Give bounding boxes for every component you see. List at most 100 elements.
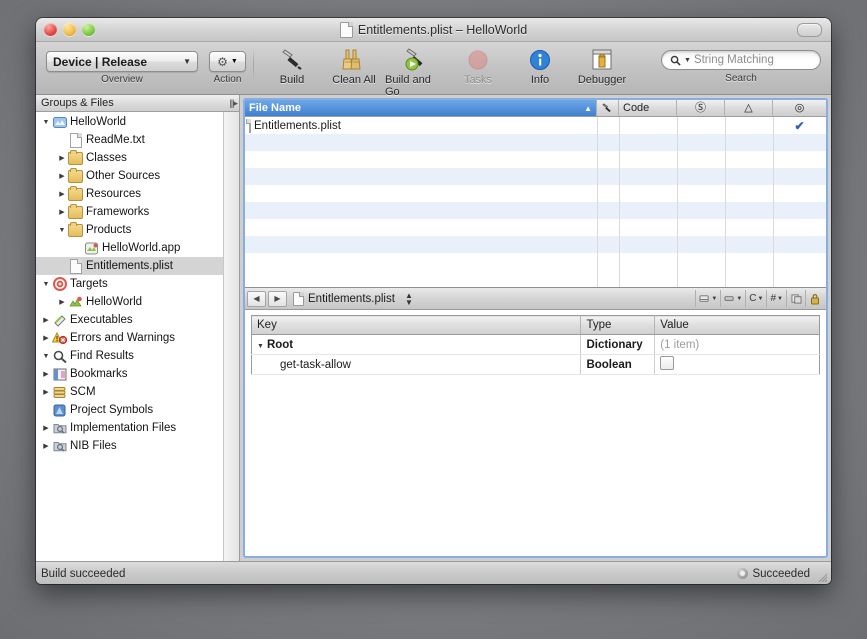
back-arrow-icon[interactable]: ◀ <box>247 290 266 307</box>
plist-row[interactable]: ▼ Root Dictionary (1 item) <box>251 334 820 355</box>
plist-type-cell[interactable]: Boolean <box>580 354 656 375</box>
sidebar-item-errors-and-warnings[interactable]: ▶ Errors and Warnings <box>36 329 223 347</box>
column-header-warnings[interactable]: △ <box>725 100 773 116</box>
overview-popup[interactable]: Device | Release ▼ <box>46 51 198 72</box>
forward-arrow-icon[interactable]: ▶ <box>268 290 287 307</box>
folder-icon <box>68 221 83 237</box>
editor-file-indicator[interactable]: Entitlements.plist ▲ ▼ <box>293 291 413 306</box>
plist-key-cell[interactable]: ▼ Root <box>251 334 582 355</box>
disclosure-triangle-open-icon[interactable]: ▼ <box>257 343 264 350</box>
disclosure-triangle-closed-icon[interactable]: ▶ <box>56 172 68 180</box>
search-input[interactable]: ▼ String Matching <box>661 50 821 70</box>
sidebar-item-other-sources[interactable]: ▶ Other Sources <box>36 167 223 185</box>
plist-key-label: get-task-allow <box>280 358 351 371</box>
column-options-icon[interactable]: |||▸ <box>229 98 237 109</box>
disclosure-triangle-closed-icon[interactable]: ▶ <box>56 190 68 198</box>
groups-and-files-header[interactable]: Groups & Files |||▸ <box>36 95 239 112</box>
plist-row[interactable]: get-task-allow Boolean <box>251 354 820 375</box>
disclosure-triangle-closed-icon[interactable]: ▶ <box>56 298 68 306</box>
groups-and-files-tree[interactable]: ▼ HelloWorld ReadMe.txt ▶ Classes ▶ Other Sou… <box>36 112 223 561</box>
error-icon: Ⓢ <box>695 101 706 114</box>
disclosure-triangle-closed-icon[interactable]: ▶ <box>56 208 68 216</box>
disclosure-triangle-closed-icon[interactable]: ▶ <box>40 424 52 432</box>
column-header-file-name[interactable]: File Name ▲ <box>245 100 597 116</box>
sidebar-scrollbar[interactable] <box>223 112 239 561</box>
table-row[interactable]: Entitlements.plist ✔ <box>245 117 826 134</box>
column-header-target[interactable]: ◎ <box>773 100 826 116</box>
close-button[interactable] <box>44 23 57 36</box>
minimize-button[interactable] <box>63 23 76 36</box>
plist-column-key[interactable]: Key <box>251 315 582 335</box>
status-bar: Build succeeded Succeeded <box>36 561 831 584</box>
sidebar-item-helloworld[interactable]: ▶ HelloWorld <box>36 293 223 311</box>
hammer-icon <box>602 102 611 112</box>
window-body: Groups & Files |||▸ ▼ HelloWorld ReadMe.t… <box>36 95 831 561</box>
sidebar-item-implementation-files[interactable]: ▶ Implementation Files <box>36 419 223 437</box>
disclosure-triangle-closed-icon[interactable]: ▶ <box>40 388 52 396</box>
sidebar-item-targets[interactable]: ▼ Targets <box>36 275 223 293</box>
function-popup-icon[interactable]: ▼ <box>720 290 745 307</box>
disclosure-triangle-open-icon[interactable]: ▼ <box>40 281 52 288</box>
up-down-stepper-icon[interactable]: ▲ ▼ <box>405 291 413 306</box>
column-header-errors[interactable]: Ⓢ <box>677 100 725 116</box>
action-button[interactable]: ⚙ ▼ <box>209 51 246 72</box>
plist-key-cell[interactable]: get-task-allow <box>251 354 582 375</box>
sidebar-item-nib-files[interactable]: ▶ NIB Files <box>36 437 223 455</box>
info-button[interactable]: Info <box>509 42 571 86</box>
sidebar-item-scm[interactable]: ▶ SCM <box>36 383 223 401</box>
clean-all-button[interactable]: Clean All <box>323 42 385 86</box>
sidebar-item-frameworks[interactable]: ▶ Frameworks <box>36 203 223 221</box>
target-membership-cell <box>773 253 826 270</box>
target-membership-cell[interactable]: ✔ <box>773 117 826 134</box>
boolean-checkbox[interactable] <box>660 356 675 370</box>
counterpart-popup-icon[interactable]: # ▼ <box>766 290 786 307</box>
plist-column-value[interactable]: Value <box>654 315 820 335</box>
file-list[interactable]: Entitlements.plist ✔ <box>245 117 826 287</box>
errors-cell <box>677 219 725 236</box>
tasks-button[interactable]: Tasks <box>447 42 509 86</box>
build-and-go-button[interactable]: Build and Go <box>385 42 447 98</box>
toggle-toolbar-button[interactable] <box>797 23 822 37</box>
disclosure-triangle-closed-icon[interactable]: ▶ <box>40 316 52 324</box>
disclosure-triangle-closed-icon[interactable]: ▶ <box>40 370 52 378</box>
executable-icon <box>52 314 67 327</box>
sidebar-item-bookmarks[interactable]: ▶ Bookmarks <box>36 365 223 383</box>
errors-cell <box>677 151 725 168</box>
sidebar-item-readme-txt[interactable]: ReadMe.txt <box>36 131 223 149</box>
sidebar-item-helloworld-app[interactable]: HelloWorld.app <box>36 239 223 257</box>
sidebar-item-products[interactable]: ▼ Products <box>36 221 223 239</box>
split-editor-icon[interactable] <box>786 290 805 307</box>
popup-bookmarks-icon[interactable]: ▼ <box>695 290 720 307</box>
column-header-code[interactable]: Code <box>619 100 677 116</box>
column-header-build[interactable] <box>597 100 619 116</box>
zoom-button[interactable] <box>82 23 95 36</box>
disclosure-triangle-open-icon[interactable]: ▼ <box>56 227 68 234</box>
disclosure-triangle-open-icon[interactable]: ▼ <box>40 353 52 360</box>
sidebar-item-entitlements-plist[interactable]: Entitlements.plist <box>36 257 223 275</box>
sidebar-item-classes[interactable]: ▶ Classes <box>36 149 223 167</box>
sidebar-item-find-results[interactable]: ▼ Find Results <box>36 347 223 365</box>
lock-icon[interactable] <box>805 290 824 307</box>
sidebar-item-project-symbols[interactable]: Project Symbols <box>36 401 223 419</box>
plist-value-cell[interactable]: (1 item) <box>654 334 820 355</box>
disclosure-triangle-open-icon[interactable]: ▼ <box>40 119 52 126</box>
resize-grip-icon[interactable] <box>816 571 828 583</box>
plist-file-icon <box>68 258 83 274</box>
plist-editor[interactable]: Key Type Value ▼ Root Dictionary (1 item) ge… <box>245 310 826 556</box>
class-popup-icon[interactable]: C ▼ <box>745 290 766 307</box>
errors-cell <box>677 236 725 253</box>
debugger-button[interactable]: Debugger <box>571 42 633 86</box>
plist-type-cell[interactable]: Dictionary <box>580 334 656 355</box>
build-label: Build <box>279 74 305 86</box>
disclosure-triangle-closed-icon[interactable]: ▶ <box>40 334 52 342</box>
brooms-icon <box>341 47 367 73</box>
plist-value-cell[interactable] <box>654 354 820 375</box>
sidebar-item-executables[interactable]: ▶ Executables <box>36 311 223 329</box>
text-file-icon <box>68 132 83 148</box>
build-button[interactable]: Build <box>261 42 323 86</box>
disclosure-triangle-closed-icon[interactable]: ▶ <box>40 442 52 450</box>
plist-column-type[interactable]: Type <box>580 315 656 335</box>
sidebar-item-resources[interactable]: ▶ Resources <box>36 185 223 203</box>
disclosure-triangle-closed-icon[interactable]: ▶ <box>56 154 68 162</box>
sidebar-item-helloworld[interactable]: ▼ HelloWorld <box>36 113 223 131</box>
